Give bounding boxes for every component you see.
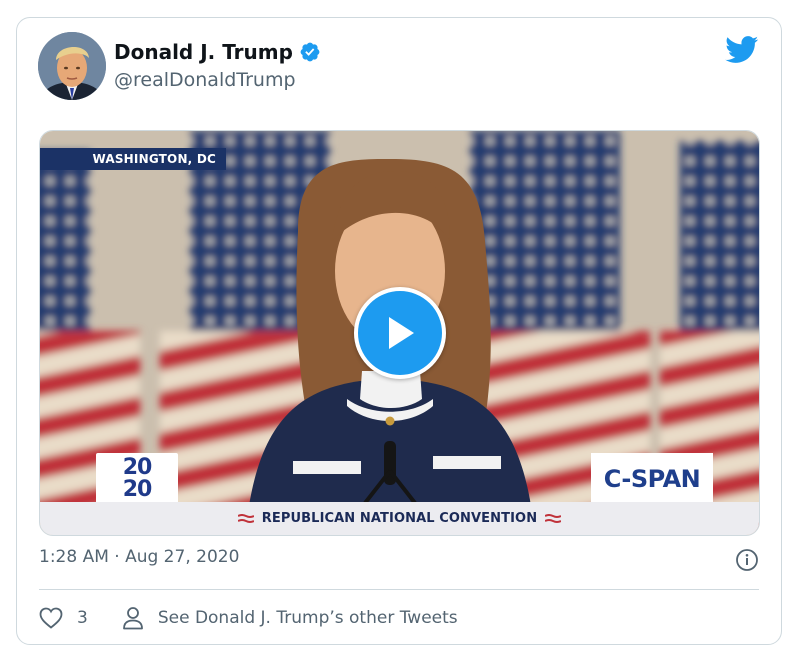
- like-count: 3: [77, 608, 88, 628]
- bottom-banner: REPUBLICAN NATIONAL CONVENTION: [40, 502, 759, 535]
- other-tweets-link[interactable]: See Donald J. Trump’s other Tweets: [122, 606, 458, 630]
- flag-stripes-icon: [545, 513, 562, 523]
- logo-2020-line1: 20: [122, 455, 153, 480]
- other-tweets-link-text: See Donald J. Trump’s other Tweets: [157, 608, 458, 628]
- tweet-actions: 3 See Donald J. Trump’s other Tweets: [39, 604, 458, 632]
- heart-icon: [39, 607, 63, 629]
- play-icon: [389, 317, 414, 349]
- play-button[interactable]: [354, 287, 446, 379]
- video-player[interactable]: WASHINGTON, DC 20 20 C-SPAN REPUBLICAN N…: [39, 130, 760, 536]
- tweet-card: Donald J. Trump @realDonaldTrump WASHING…: [16, 17, 782, 645]
- logo-2020: 20 20: [96, 453, 178, 505]
- tweet-timestamp[interactable]: 1:28 AM · Aug 27, 2020: [39, 547, 239, 567]
- flag-stripes-icon: [237, 513, 254, 523]
- like-button[interactable]: 3: [39, 607, 88, 629]
- location-tag: WASHINGTON, DC: [40, 148, 226, 170]
- person-icon: [122, 607, 143, 630]
- twitter-bird-icon[interactable]: [725, 36, 759, 64]
- author-display-name[interactable]: Donald J. Trump: [114, 40, 293, 64]
- network-logo: C-SPAN: [591, 453, 713, 505]
- author-name-row[interactable]: Donald J. Trump: [114, 40, 321, 64]
- avatar[interactable]: [38, 32, 106, 100]
- avatar-image: [38, 32, 106, 100]
- logo-2020-line2: 20: [122, 477, 153, 502]
- divider: [39, 589, 759, 590]
- author-handle[interactable]: @realDonaldTrump: [114, 69, 296, 91]
- banner-text: REPUBLICAN NATIONAL CONVENTION: [261, 511, 538, 526]
- verified-badge-icon: [300, 42, 320, 62]
- info-icon[interactable]: [735, 548, 759, 572]
